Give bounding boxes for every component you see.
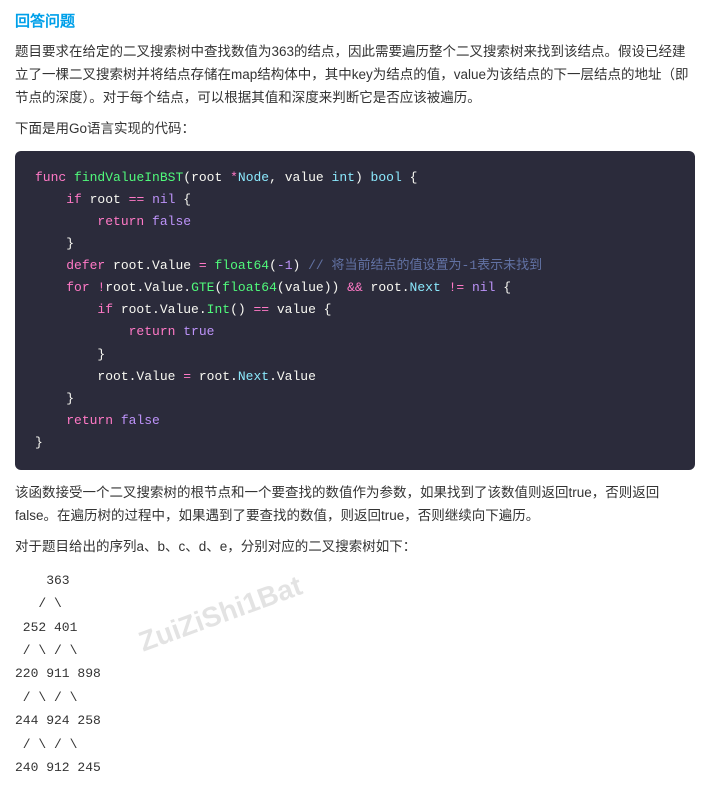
tree-row-4: / \ / \: [15, 639, 101, 662]
tree-row-6: / \ / \: [15, 686, 101, 709]
tree-row-2: / \: [15, 592, 101, 615]
tree-section: ZuiZiShi1Bat 363 / \ 252 401 / \ / \ 220…: [15, 569, 695, 780]
tree-row-1: 363: [15, 569, 101, 592]
page-container: 回答问题 题目要求在给定的二叉搜索树中查找数值为363的结点，因此需要遍历整个二…: [15, 10, 695, 779]
summary-text: 该函数接受一个二叉搜索树的根节点和一个要查找的数值作为参数，如果找到了该数值则返…: [15, 482, 695, 528]
tree-row-3: 252 401: [15, 616, 101, 639]
page-title: 回答问题: [15, 10, 695, 31]
tree-row-5: 220 911 898: [15, 662, 101, 685]
code-block: func findValueInBST(root *Node, value in…: [15, 151, 695, 470]
tree-row-9: 240 912 245: [15, 756, 101, 779]
tree-container: ZuiZiShi1Bat 363 / \ 252 401 / \ / \ 220…: [15, 569, 101, 780]
description-1: 题目要求在给定的二叉搜索树中查找数值为363的结点，因此需要遍历整个二叉搜索树来…: [15, 41, 695, 110]
tree-row-8: / \ / \: [15, 733, 101, 756]
code-intro: 下面是用Go语言实现的代码：: [15, 118, 695, 141]
tree-row-7: 244 924 258: [15, 709, 101, 732]
watermark: ZuiZiShi1Bat: [132, 561, 310, 667]
section-label: 对于题目给出的序列a、b、c、d、e，分别对应的二叉搜索树如下：: [15, 536, 695, 559]
